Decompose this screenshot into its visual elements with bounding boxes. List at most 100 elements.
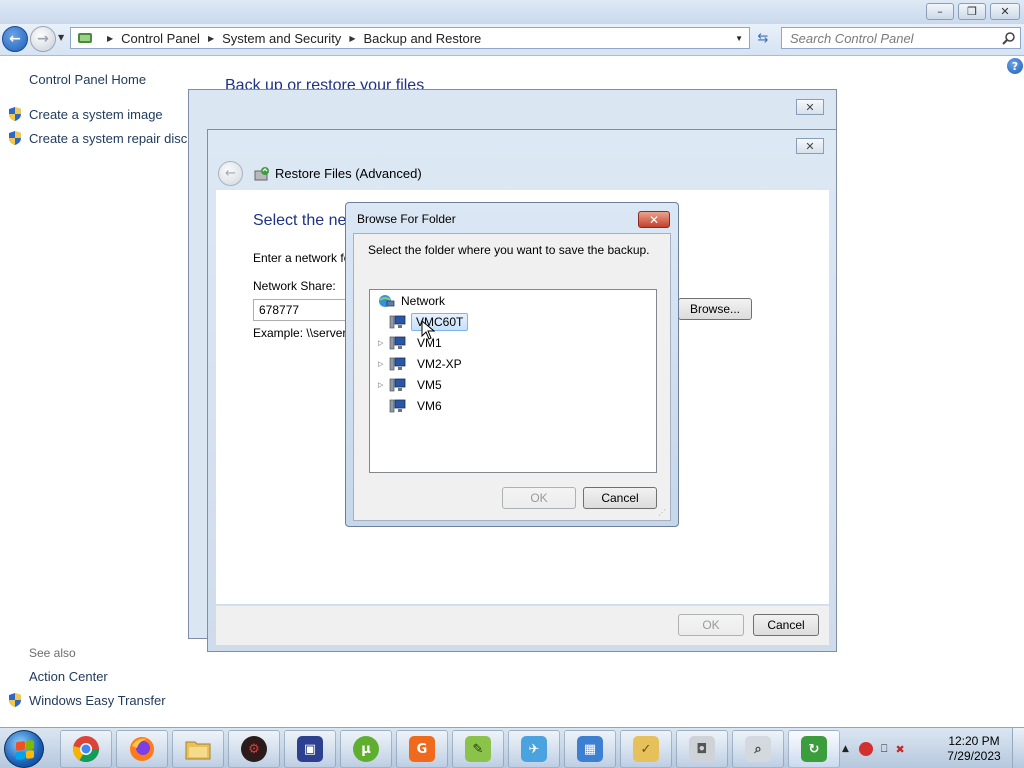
help-icon[interactable]: ? [1007, 58, 1023, 74]
mouse-cursor-icon [421, 320, 435, 340]
tree-label: VMC60T [411, 313, 469, 331]
clock-date: 7/29/2023 [947, 749, 1001, 763]
expand-arrow-icon[interactable]: ▷ [378, 381, 386, 389]
tree-item-computer[interactable]: ▷ VM1 [378, 333, 448, 353]
address-dropdown-icon[interactable]: ▼ [735, 34, 743, 43]
sidebar-link-label: Windows Easy Transfer [29, 692, 166, 708]
restore-files-icon [254, 167, 269, 181]
browse-button[interactable]: Browse... [678, 298, 752, 320]
restore-button[interactable]: ❐ [958, 3, 986, 20]
pdf-icon: G [409, 736, 435, 762]
utorrent-icon: μ [353, 736, 379, 762]
control-panel-icon: ▦ [577, 736, 603, 762]
close-button[interactable]: ✕ [796, 99, 824, 115]
taskbar: ⚙ ▣ μ G ✎ ✈ ▦ ✓ ◘ ⌕ ↻ ▲ ⎕ ✖ 12:20 PM 7/2… [0, 727, 1024, 768]
search-input[interactable]: Search Control Panel [781, 27, 1021, 49]
forward-button[interactable]: → [30, 26, 56, 52]
uac-shield-icon [9, 693, 21, 707]
taskbar-process-hacker[interactable]: ⚙ [228, 730, 280, 768]
firefox-icon [130, 737, 154, 761]
tray-security-icon[interactable] [858, 742, 873, 756]
task-pane: Control Panel Home Create a system image… [0, 57, 200, 727]
breadcrumb-backup-restore[interactable]: Backup and Restore [363, 31, 481, 46]
breadcrumb-control-panel[interactable]: Control Panel [121, 31, 200, 46]
taskbar-search[interactable]: ⌕ [732, 730, 784, 768]
folder-tree[interactable]: Network VMC60T ▷ VM1 ▷ VM2-XP ▷ VM5 VM6 [369, 289, 657, 473]
mouse-icon: ◘ [689, 736, 715, 762]
refresh-icon[interactable]: ⇆ [752, 27, 774, 49]
clock-time: 12:20 PM [948, 734, 1000, 748]
search-placeholder: Search Control Panel [790, 30, 914, 46]
window-titlebar: – ❐ ✕ [0, 0, 1024, 24]
tree-item-network[interactable]: Network [378, 291, 451, 311]
expand-arrow-icon[interactable]: ▷ [378, 360, 386, 368]
tray-expand-icon[interactable]: ▲ [842, 744, 849, 754]
dialog-prompt: Select the folder where you want to save… [368, 243, 650, 257]
taskbar-explorer[interactable] [172, 730, 224, 768]
taskbar-control-panel[interactable]: ▦ [564, 730, 616, 768]
breadcrumb-system-security[interactable]: System and Security [222, 31, 341, 46]
dialog-title: Browse For Folder [357, 212, 456, 226]
create-system-image-link[interactable]: Create a system image [8, 106, 163, 122]
tree-label: VM2-XP [417, 357, 462, 371]
show-desktop-button[interactable] [1012, 728, 1024, 768]
search-icon[interactable] [1002, 31, 1016, 45]
windows-logo-icon [16, 740, 34, 760]
taskbar-mouse[interactable]: ◘ [676, 730, 728, 768]
tree-label: VM6 [417, 399, 442, 413]
computer-icon [389, 336, 406, 350]
taskbar-backup[interactable]: ↻ [788, 730, 840, 768]
cancel-button[interactable]: Cancel [753, 614, 819, 636]
process-hacker-icon: ⚙ [241, 736, 267, 762]
taskbar-utorrent[interactable]: μ [340, 730, 392, 768]
dialog-body: Select the folder where you want to save… [353, 233, 671, 521]
notepad-plus-plus-icon: ✎ [465, 736, 491, 762]
tree-item-computer[interactable]: VM6 [378, 396, 448, 416]
control-panel-home-link[interactable]: Control Panel Home [29, 72, 146, 87]
taskbar-pdf[interactable]: G [396, 730, 448, 768]
tray-volume-muted-icon[interactable]: ✖ [896, 743, 905, 756]
tree-label: VM5 [417, 378, 442, 392]
wizard-heading: Select the net [253, 212, 351, 229]
create-repair-disc-link[interactable]: Create a system repair disc [8, 130, 187, 146]
sidebar-link-label: Create a system image [29, 106, 163, 122]
ok-button[interactable]: OK [678, 614, 744, 636]
taskbar-remote-desktop[interactable]: ▣ [284, 730, 336, 768]
ok-button[interactable]: OK [502, 487, 576, 509]
resize-grip-icon[interactable]: ⋰ [658, 508, 668, 518]
close-button[interactable]: ✕ [796, 138, 824, 154]
action-center-link[interactable]: Action Center [29, 669, 108, 684]
close-button[interactable]: ✕ [990, 3, 1020, 20]
wizard-instruction: Enter a network fo [253, 251, 351, 265]
uac-shield-icon [9, 107, 21, 121]
network-share-label: Network Share: [253, 279, 336, 293]
close-button[interactable]: ✕ [638, 211, 670, 228]
breadcrumb-arrow-icon[interactable]: ▶ [349, 34, 355, 43]
computer-icon [389, 378, 406, 392]
start-button[interactable] [4, 730, 44, 768]
tree-item-computer[interactable]: ▷ VM5 [378, 375, 448, 395]
recent-pages-dropdown[interactable]: ▼ [58, 33, 64, 42]
address-bar[interactable]: ▶ Control Panel ▶ System and Security ▶ … [70, 27, 750, 49]
taskbar-chrome[interactable] [60, 730, 112, 768]
computer-icon [389, 399, 406, 413]
windows-easy-transfer-link[interactable]: Windows Easy Transfer [8, 692, 166, 708]
cancel-button[interactable]: Cancel [583, 487, 657, 509]
remote-desktop-icon: ▣ [297, 736, 323, 762]
taskbar-folder[interactable]: ✓ [620, 730, 672, 768]
taskbar-firefox[interactable] [116, 730, 168, 768]
tree-item-computer[interactable]: ▷ VM2-XP [378, 354, 468, 374]
minimize-button[interactable]: – [926, 3, 954, 20]
tray-network-icon[interactable]: ⎕ [881, 742, 888, 756]
breadcrumb-arrow-icon[interactable]: ▶ [208, 34, 214, 43]
wizard-back-button[interactable]: ← [218, 161, 243, 186]
mail-icon: ✈ [521, 736, 547, 762]
taskbar-mail[interactable]: ✈ [508, 730, 560, 768]
taskbar-notepadpp[interactable]: ✎ [452, 730, 504, 768]
example-text: Example: \\server [253, 326, 347, 340]
system-tray: ▲ ⎕ ✖ [842, 730, 905, 768]
breadcrumb-arrow-icon[interactable]: ▶ [107, 34, 113, 43]
taskbar-clock[interactable]: 12:20 PM 7/29/2023 [940, 734, 1008, 764]
back-button[interactable]: ← [2, 26, 28, 52]
expand-arrow-icon[interactable]: ▷ [378, 339, 386, 347]
